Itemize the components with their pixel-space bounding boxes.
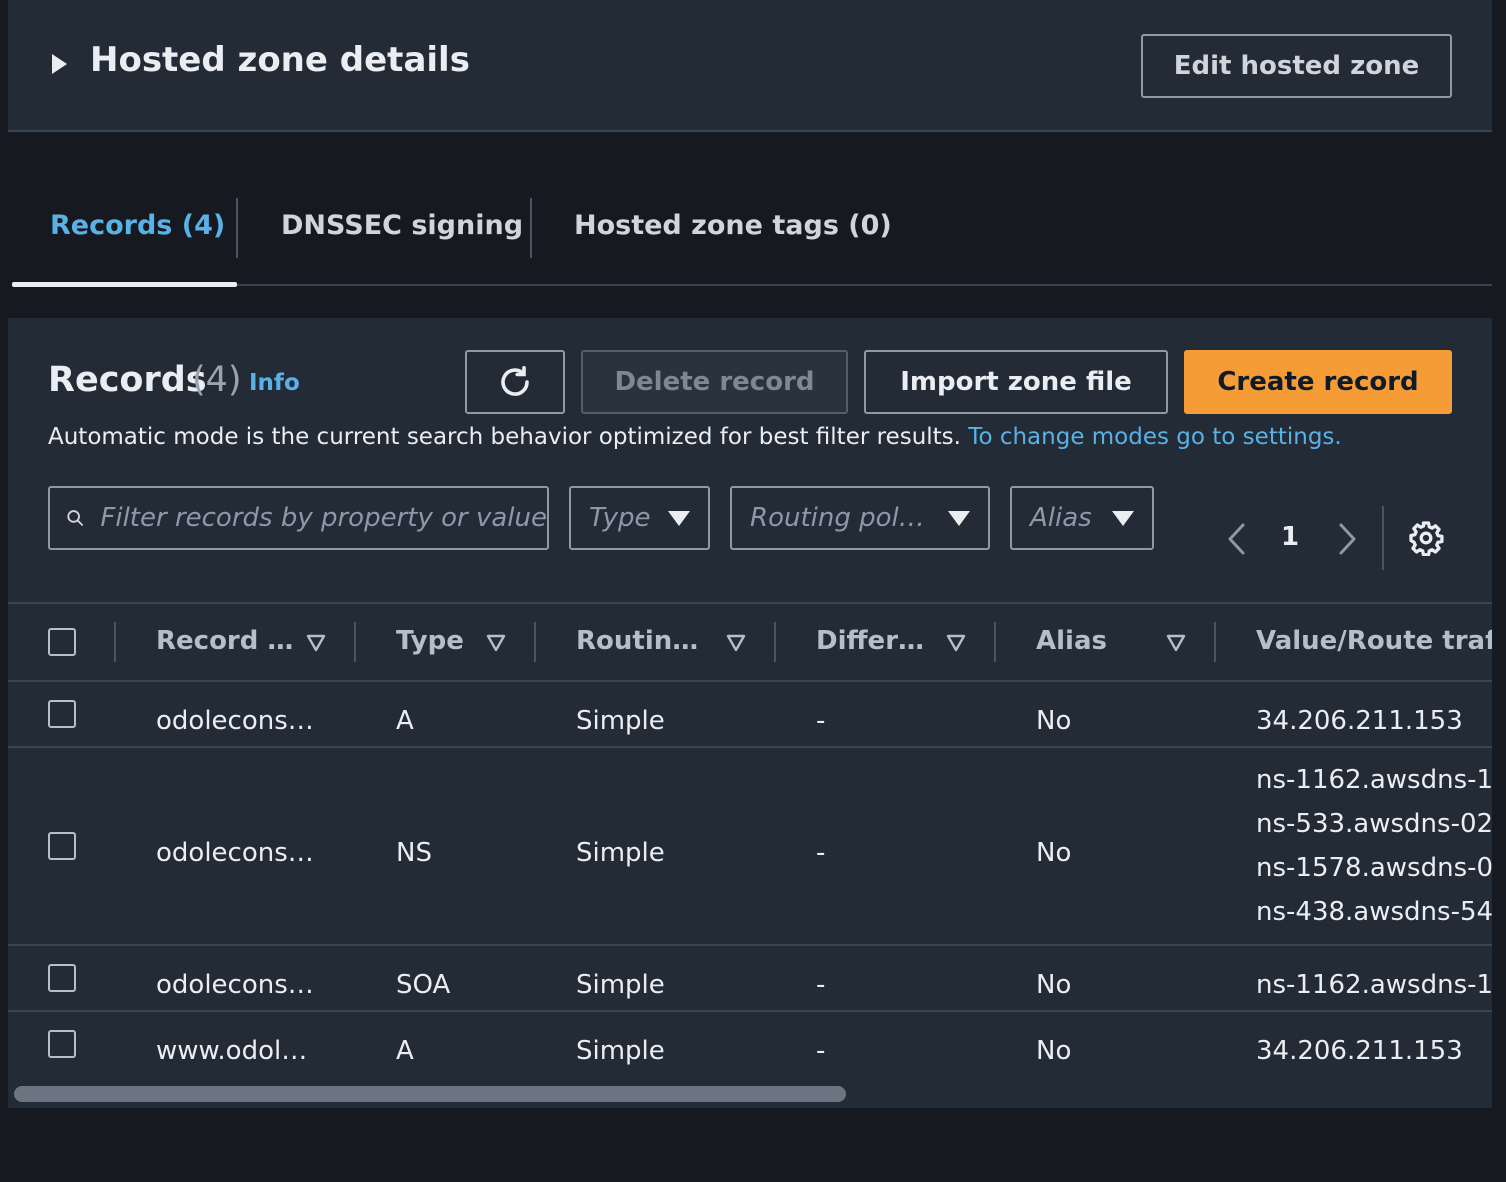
delete-record-button[interactable]: Delete record: [581, 350, 848, 414]
value-cell: 34.206.211.153: [1256, 706, 1463, 736]
column-header-differentiator[interactable]: Differ…: [816, 626, 924, 656]
type-filter-select[interactable]: Type: [569, 486, 710, 550]
sort-triangle-icon[interactable]: [946, 634, 966, 652]
hosted-zone-details-panel: Hosted zone details Edit hosted zone: [8, 0, 1492, 132]
record-name-cell[interactable]: odolecons…: [156, 970, 314, 1000]
panel-title[interactable]: Hosted zone details: [90, 40, 470, 80]
create-record-button[interactable]: Create record: [1184, 350, 1452, 414]
table-row[interactable]: odolecons… A Simple - No 34.206.211.153: [8, 682, 1492, 748]
search-icon: [67, 510, 84, 526]
active-tab-indicator: [12, 282, 237, 287]
record-type-cell: A: [396, 1036, 414, 1066]
info-link[interactable]: Info: [249, 370, 300, 396]
sort-triangle-icon[interactable]: [726, 634, 746, 652]
tab-hosted-zone-tags[interactable]: Hosted zone tags (0): [574, 210, 892, 241]
value-line: ns-1578.awsdns-05: [1256, 853, 1492, 883]
differentiator-cell: -: [816, 970, 826, 1000]
change-modes-link[interactable]: To change modes go to settings.: [968, 424, 1341, 450]
value-line: ns-533.awsdns-02.: [1256, 809, 1492, 839]
column-header-routing-policy[interactable]: Routin…: [576, 626, 698, 656]
tab-separator: [530, 198, 532, 258]
row-checkbox[interactable]: [48, 832, 76, 860]
routing-policy-filter-select[interactable]: Routing pol…: [730, 486, 990, 550]
value-line: ns-1162.awsdns-17: [1256, 765, 1492, 795]
record-name-cell[interactable]: odolecons…: [156, 706, 314, 736]
column-separator[interactable]: [774, 622, 776, 662]
value-cell: 34.206.211.153: [1256, 1036, 1463, 1066]
search-mode-description: Automatic mode is the current search beh…: [48, 424, 1342, 450]
caret-down-icon: [1112, 510, 1134, 526]
differentiator-cell: -: [816, 1036, 826, 1066]
records-count: (4): [192, 360, 242, 400]
alias-filter-label: Alias: [1030, 503, 1092, 533]
column-header-record-name[interactable]: Record …: [156, 626, 293, 656]
table-header: Record … Type Routin… Differ… Alias Valu…: [8, 602, 1492, 682]
edit-hosted-zone-button[interactable]: Edit hosted zone: [1141, 34, 1452, 98]
alias-filter-select[interactable]: Alias: [1010, 486, 1154, 550]
sort-triangle-icon[interactable]: [1166, 634, 1186, 652]
tab-dnssec-signing[interactable]: DNSSEC signing: [281, 210, 523, 241]
routing-policy-cell: Simple: [576, 838, 665, 868]
alias-cell: No: [1036, 970, 1072, 1000]
records-title: Records: [48, 360, 207, 400]
type-filter-label: Type: [589, 503, 651, 533]
record-type-cell: NS: [396, 838, 432, 868]
row-checkbox[interactable]: [48, 964, 76, 992]
routing-filter-label: Routing pol…: [750, 503, 925, 533]
column-separator[interactable]: [994, 622, 996, 662]
column-separator[interactable]: [534, 622, 536, 662]
record-name-cell[interactable]: odolecons…: [156, 838, 314, 868]
pager-separator: [1382, 506, 1384, 570]
alias-cell: No: [1036, 838, 1072, 868]
row-checkbox[interactable]: [48, 1030, 76, 1058]
search-placeholder: Filter records by property or value: [100, 503, 547, 533]
table-row[interactable]: www.odol… A Simple - No 34.206.211.153: [8, 1012, 1492, 1078]
caret-down-icon: [948, 510, 970, 526]
alias-cell: No: [1036, 706, 1072, 736]
caret-down-icon: [668, 510, 690, 526]
tab-separator: [236, 198, 238, 258]
horizontal-scrollbar[interactable]: [8, 1078, 1492, 1108]
value-cell: ns-1162.awsdns-17 ns-533.awsdns-02. ns-1…: [1256, 758, 1492, 934]
tab-bar: Records (4) DNSSEC signing Hosted zone t…: [12, 190, 1492, 287]
sort-triangle-icon[interactable]: [486, 634, 506, 652]
import-zone-file-button[interactable]: Import zone file: [864, 350, 1168, 414]
record-type-cell: A: [396, 706, 414, 736]
column-header-value[interactable]: Value/Route traffi: [1256, 626, 1492, 656]
alias-cell: No: [1036, 1036, 1072, 1066]
current-page-number[interactable]: 1: [1281, 522, 1299, 552]
column-separator[interactable]: [354, 622, 356, 662]
refresh-button[interactable]: [465, 350, 565, 414]
scrollbar-thumb[interactable]: [14, 1086, 846, 1102]
value-cell: ns-1162.awsdns-17: [1256, 970, 1492, 1000]
filter-search-input[interactable]: Filter records by property or value: [48, 486, 549, 550]
column-separator: [114, 622, 116, 662]
table-row[interactable]: odolecons… NS Simple - No ns-1162.awsdns…: [8, 748, 1492, 946]
record-name-cell[interactable]: www.odol…: [156, 1036, 307, 1066]
column-header-type[interactable]: Type: [396, 626, 464, 656]
sort-triangle-icon[interactable]: [306, 634, 326, 652]
tab-records[interactable]: Records (4): [50, 210, 225, 241]
table-row[interactable]: odolecons… SOA Simple - No ns-1162.awsdn…: [8, 946, 1492, 1012]
differentiator-cell: -: [816, 838, 826, 868]
column-separator[interactable]: [1214, 622, 1216, 662]
caret-right-icon[interactable]: [52, 54, 67, 74]
chevron-left-icon[interactable]: [1224, 522, 1250, 556]
records-panel: Records (4) Info Delete record Import zo…: [8, 318, 1492, 1108]
row-checkbox[interactable]: [48, 700, 76, 728]
value-line: ns-438.awsdns-54.: [1256, 897, 1492, 927]
refresh-icon: [501, 365, 529, 396]
gear-icon[interactable]: [1408, 520, 1444, 556]
chevron-right-icon[interactable]: [1334, 522, 1360, 556]
record-type-cell: SOA: [396, 970, 451, 1000]
select-all-checkbox[interactable]: [48, 628, 76, 656]
records-table: Record … Type Routin… Differ… Alias Valu…: [8, 602, 1492, 1108]
routing-policy-cell: Simple: [576, 706, 665, 736]
column-header-alias[interactable]: Alias: [1036, 626, 1107, 656]
differentiator-cell: -: [816, 706, 826, 736]
description-text: Automatic mode is the current search beh…: [48, 424, 961, 450]
routing-policy-cell: Simple: [576, 970, 665, 1000]
routing-policy-cell: Simple: [576, 1036, 665, 1066]
